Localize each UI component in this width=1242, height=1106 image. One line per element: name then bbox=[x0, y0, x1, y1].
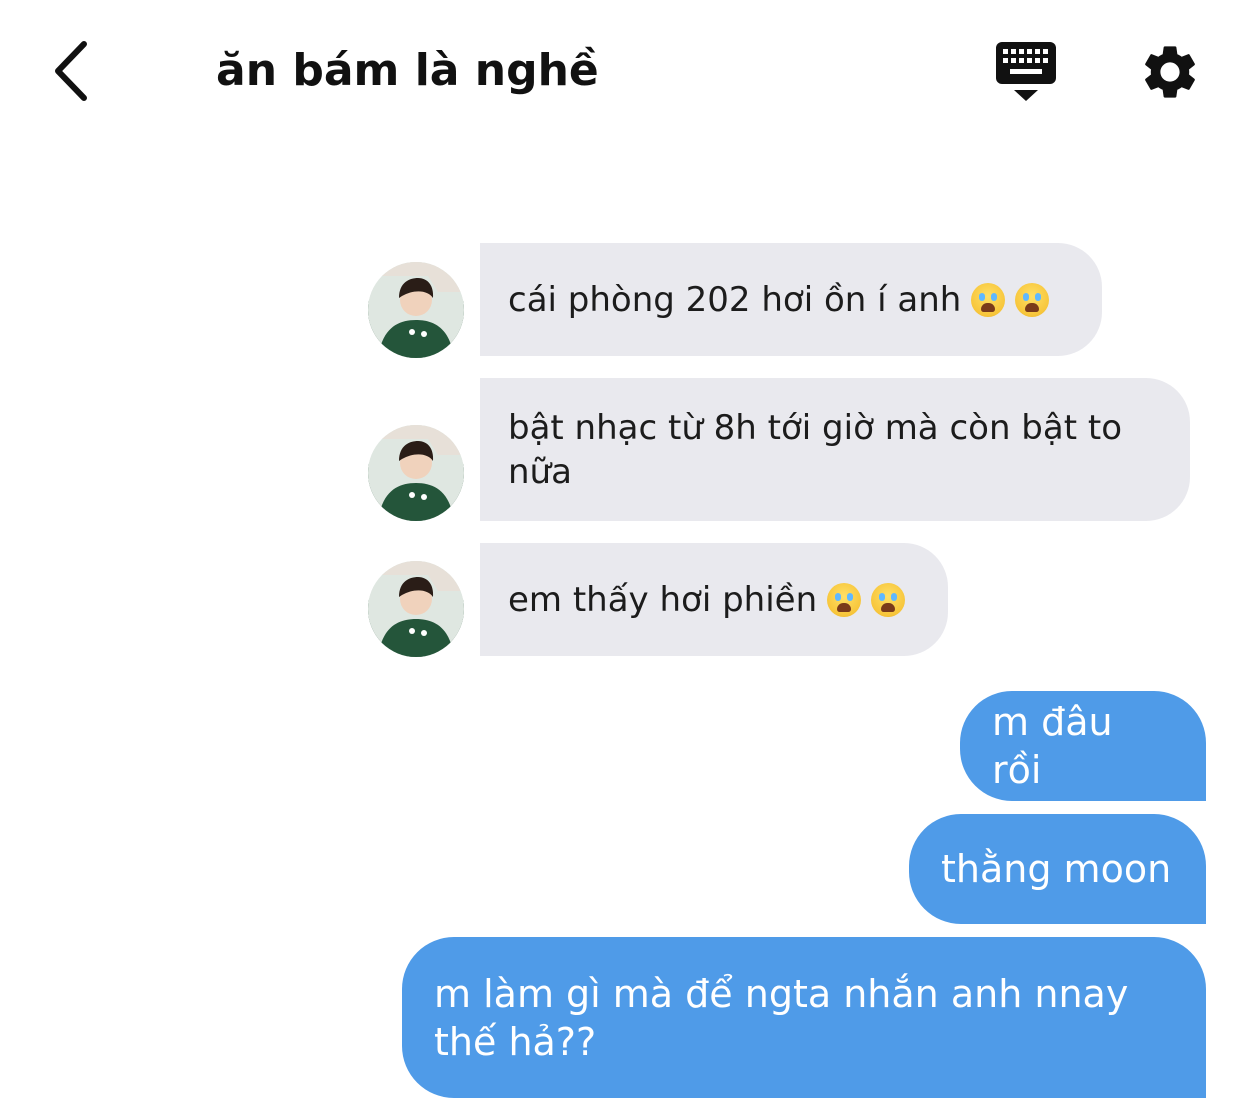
outgoing-message[interactable]: thằng moon bbox=[909, 814, 1206, 924]
message-text: bật nhạc từ 8h tới giờ mà còn bật to nữa bbox=[508, 407, 1122, 492]
message-text: thằng moon bbox=[941, 847, 1172, 891]
keyboard-toggle-button[interactable] bbox=[990, 38, 1062, 106]
message-text: cái phòng 202 hơi ồn í anh bbox=[508, 279, 962, 320]
back-button[interactable] bbox=[40, 36, 100, 106]
crying-face-emoji-icon bbox=[827, 582, 862, 617]
crying-face-emoji-icon bbox=[1015, 282, 1050, 317]
gear-icon bbox=[1145, 46, 1195, 98]
avatar[interactable] bbox=[368, 561, 464, 657]
outgoing-message[interactable]: m đâu rồi bbox=[960, 691, 1206, 801]
settings-button[interactable] bbox=[1138, 40, 1202, 104]
incoming-message[interactable]: em thấy hơi phiền bbox=[480, 543, 948, 656]
keyboard-hide-icon bbox=[996, 42, 1056, 101]
message-text: m làm gì mà để ngta nhắn anh nnay thế hả… bbox=[434, 971, 1129, 1064]
chat-title: ăn bám là nghề bbox=[216, 45, 599, 96]
chevron-left-icon bbox=[55, 41, 87, 101]
outgoing-message[interactable]: m làm gì mà để ngta nhắn anh nnay thế hả… bbox=[402, 937, 1206, 1098]
crying-face-emoji-icon bbox=[871, 582, 906, 617]
message-text: em thấy hơi phiền bbox=[508, 579, 818, 620]
crying-face-emoji-icon bbox=[971, 282, 1006, 317]
avatar[interactable] bbox=[368, 262, 464, 358]
incoming-message[interactable]: bật nhạc từ 8h tới giờ mà còn bật to nữa bbox=[480, 378, 1190, 521]
avatar[interactable] bbox=[368, 425, 464, 521]
message-text: m đâu rồi bbox=[992, 700, 1113, 792]
chat-header: ăn bám là nghề bbox=[0, 0, 1242, 140]
incoming-message[interactable]: cái phòng 202 hơi ồn í anh bbox=[480, 243, 1102, 356]
